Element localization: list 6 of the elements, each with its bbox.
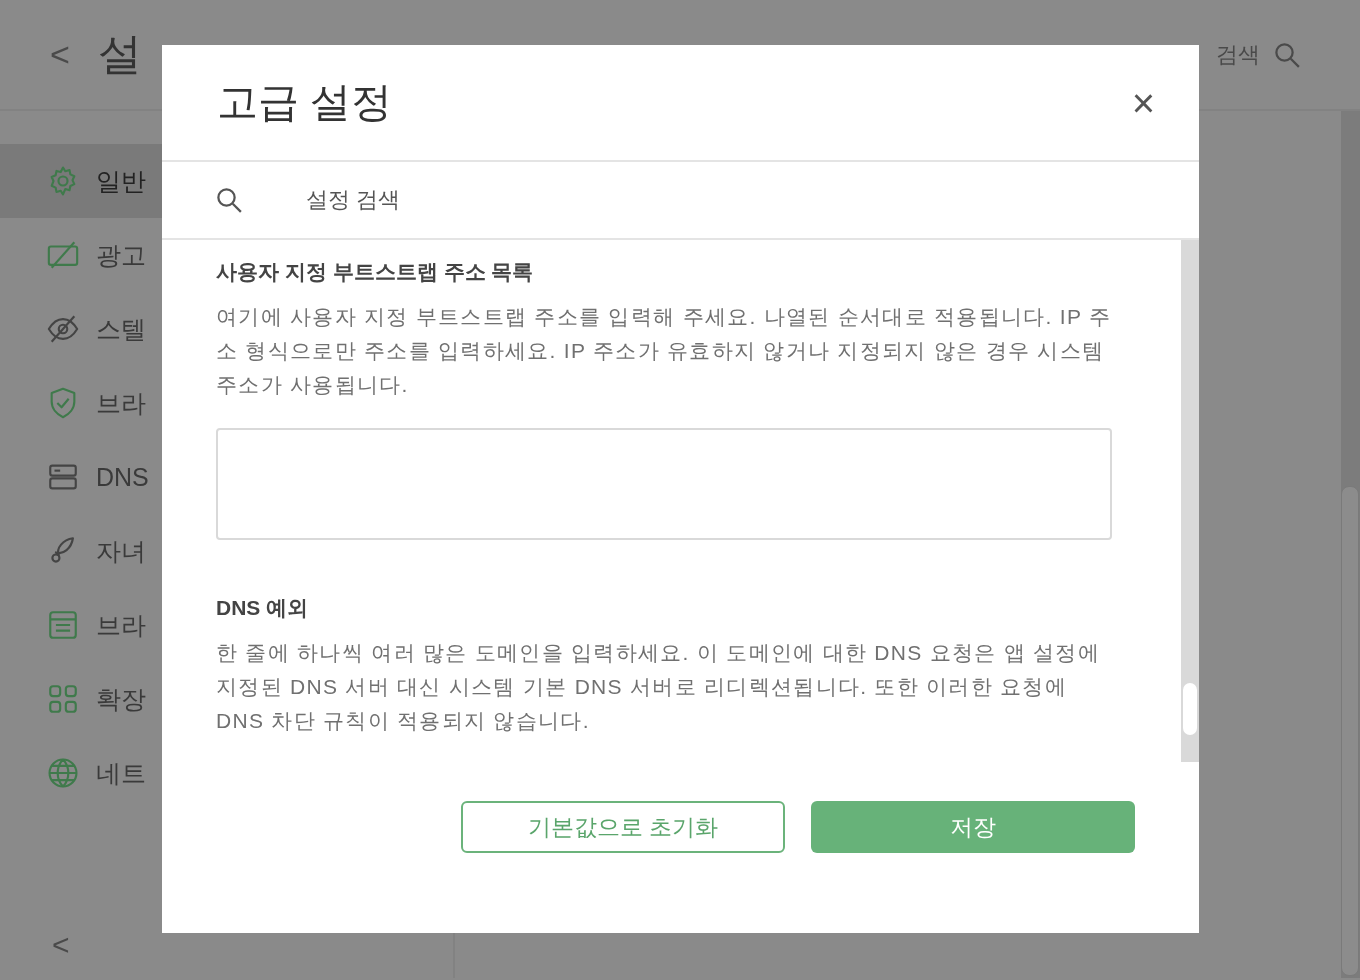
section-description: 한 줄에 하나씩 여러 많은 도메인을 입력하세요. 이 도메인에 대한 DNS 요청은 앱 설정에 지정된 DNS 서버 대신 시스템 기본 DNS 서버로 리디렉션됩니다. 또한 이러한 요청에 DNS 차단 규칙이 적용되지 않습니다.	[216, 640, 1102, 734]
dialog-title: 고급 설정	[217, 78, 394, 127]
page-title: 설	[98, 28, 142, 80]
section-title: DNS 예외	[216, 595, 310, 621]
section-title: 사용자 지정 부트스트랩 주소 목록	[216, 259, 535, 285]
section-description: 여기에 사용자 지정 부트스트랩 주소를 입력해 주세요. 나열된 순서대로 적용됩니다. IP 주소 형식으로만 주소를 입력하세요. IP 주소가 유효하지 않거나 지정되지 않은 경우 시스템 주소가 사용됩니다.	[216, 304, 1113, 398]
